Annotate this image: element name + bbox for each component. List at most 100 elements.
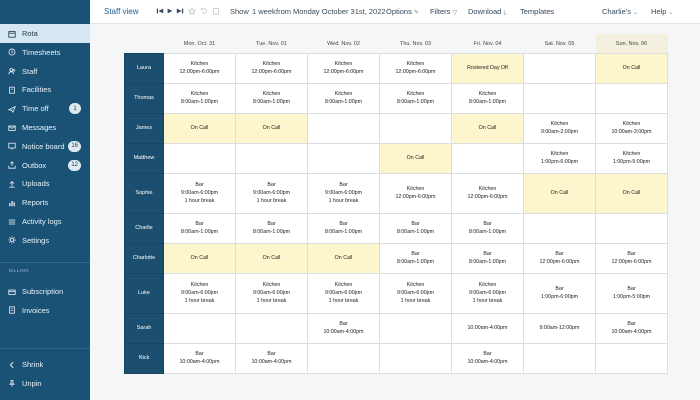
undo-icon[interactable] [200, 7, 208, 15]
shift-cell[interactable]: On Call [451, 112, 524, 144]
shift-cell[interactable]: Kitchen 9:00am-6:00pm 1 hour break [235, 272, 308, 314]
shift-cell[interactable]: On Call [163, 242, 236, 274]
sidebar-item-outbox[interactable]: Outbox 12 [0, 156, 90, 175]
shift-cell[interactable]: Kitchen 9:00am-6:00pm 1 hour break [451, 272, 524, 314]
shift-cell[interactable]: Kitchen 8:00am-1:00pm [307, 82, 380, 114]
empty-shift-cell[interactable] [595, 342, 668, 374]
star-icon[interactable] [188, 7, 196, 15]
shift-cell[interactable]: Kitchen 1:00pm-5:00pm [595, 142, 668, 174]
empty-shift-cell[interactable] [523, 82, 596, 114]
shift-cell[interactable]: Kitchen 8:00am-1:00pm [235, 82, 308, 114]
employee-name[interactable]: Nick [124, 342, 164, 374]
employee-name[interactable]: Sarah [124, 312, 164, 344]
help-menu[interactable]: Help ⌄ [651, 7, 673, 16]
shift-cell[interactable]: Kitchen 8:00am-1:00pm [379, 82, 452, 114]
shift-cell[interactable]: On Call [595, 52, 668, 84]
shift-cell[interactable]: Kitchen 9:00am-6:00pm 1 hour break [379, 272, 452, 314]
day-header[interactable]: Sat. Nov. 05 [524, 34, 596, 53]
shift-cell[interactable]: Kitchen 12:00pm-6:00pm [307, 52, 380, 84]
sidebar-footer-shrink[interactable]: Shrink [0, 355, 90, 374]
empty-shift-cell[interactable] [235, 142, 308, 174]
day-header[interactable]: Sun. Nov. 06 [595, 34, 668, 53]
empty-shift-cell[interactable] [235, 312, 308, 344]
shift-cell[interactable]: Kitchen 12:00pm-6:00pm [235, 52, 308, 84]
empty-shift-cell[interactable] [523, 52, 596, 84]
shift-cell[interactable]: On Call [379, 142, 452, 174]
shift-cell[interactable]: Bar 8:00am-1:00pm [451, 242, 524, 274]
skip-forward-icon[interactable] [176, 7, 184, 15]
shift-cell[interactable]: Bar 8:00am-1:00pm [307, 212, 380, 244]
sidebar-item-facilities[interactable]: Facilities [0, 80, 90, 99]
shift-cell[interactable]: Bar 10:00am-4:00pm [595, 312, 668, 344]
play-icon[interactable] [166, 7, 174, 15]
shift-cell[interactable]: Bar 8:00am-1:00pm [235, 212, 308, 244]
options-button[interactable]: Options ✎ [386, 7, 419, 16]
user-menu[interactable]: Charlie's ⌄ [602, 7, 638, 16]
employee-name[interactable]: Thomas [124, 82, 164, 114]
skip-back-icon[interactable] [156, 7, 164, 15]
empty-shift-cell[interactable] [595, 212, 668, 244]
day-header[interactable]: Mon. Oct. 31 [164, 34, 236, 53]
sidebar-item-staff[interactable]: Staff [0, 62, 90, 81]
shift-cell[interactable]: Kitchen 12:00pm-6:00pm [451, 172, 524, 214]
day-header[interactable]: Wed. Nov. 02 [308, 34, 380, 53]
shift-cell[interactable]: Bar 10:00am-4:00pm [235, 342, 308, 374]
employee-name[interactable]: Laura [124, 52, 164, 84]
shift-cell[interactable]: Kitchen 12:00pm-6:00pm [379, 172, 452, 214]
employee-name[interactable]: Charlotte [124, 242, 164, 274]
sidebar-item-reports[interactable]: Reports [0, 193, 90, 212]
shift-cell[interactable]: Kitchen 9:00am-6:00pm 1 hour break [163, 272, 236, 314]
shift-cell[interactable]: Kitchen 10:00am-3:00pm [595, 112, 668, 144]
shift-cell[interactable]: Kitchen 12:00pm-6:00pm [379, 52, 452, 84]
empty-shift-cell[interactable] [307, 342, 380, 374]
sidebar-item-activity-logs[interactable]: Activity logs [0, 212, 90, 231]
sidebar-item-settings[interactable]: Settings [0, 231, 90, 250]
shift-cell[interactable]: Bar 10:00am-4:00pm [451, 342, 524, 374]
empty-shift-cell[interactable] [379, 312, 452, 344]
shift-cell[interactable]: Kitchen 1:00pm-6:00pm [523, 142, 596, 174]
sidebar-footer-unpin[interactable]: Unpin [0, 374, 90, 393]
shift-cell[interactable]: On Call [235, 112, 308, 144]
shift-cell[interactable]: Kitchen 8:00am-1:00pm [163, 82, 236, 114]
employee-name[interactable]: Sophie [124, 172, 164, 214]
download-button[interactable]: Download ⤓ [468, 7, 506, 17]
empty-shift-cell[interactable] [163, 142, 236, 174]
shift-cell[interactable]: Kitchen 8:00am-1:00pm [451, 82, 524, 114]
filters-button[interactable]: Filters ▽ [430, 7, 457, 16]
sidebar-item-notice-board[interactable]: Notice board 16 [0, 137, 90, 156]
templates-button[interactable]: Templates [520, 7, 554, 16]
day-header[interactable]: Thu. Nov. 03 [380, 34, 452, 53]
view-title[interactable]: Staff view [104, 7, 139, 16]
shift-cell[interactable]: Bar 1:00pm-6:00pm [523, 272, 596, 314]
employee-name[interactable]: Luke [124, 272, 164, 314]
shift-cell[interactable]: Bar 9:00am-6:00pm 1 hour break [235, 172, 308, 214]
sidebar-item-uploads[interactable]: Uploads [0, 174, 90, 193]
shift-cell[interactable]: Bar 8:00am-1:00pm [379, 212, 452, 244]
shift-cell[interactable]: Bar 10:00am-4:00pm [307, 312, 380, 344]
shift-cell[interactable]: On Call [595, 172, 668, 214]
shift-cell[interactable]: 9:00am-12:00pm [523, 312, 596, 344]
empty-shift-cell[interactable] [451, 142, 524, 174]
shift-cell[interactable]: Bar 9:00am-6:00pm 1 hour break [163, 172, 236, 214]
shift-cell[interactable]: On Call [235, 242, 308, 274]
shift-cell[interactable]: Bar 8:00am-1:00pm [451, 212, 524, 244]
copy-icon[interactable] [212, 7, 220, 15]
shift-cell[interactable]: Bar 12:00pm-6:00pm [523, 242, 596, 274]
shift-cell[interactable]: 10:00am-4:00pm [451, 312, 524, 344]
employee-name[interactable]: James [124, 112, 164, 144]
period-select[interactable]: 1 week [252, 7, 276, 16]
empty-shift-cell[interactable] [379, 112, 452, 144]
date-picker[interactable]: Monday October 31st, 2022 [293, 7, 386, 16]
empty-shift-cell[interactable] [307, 112, 380, 144]
shift-cell[interactable]: Kitchen 9:00am-6:00pm 1 hour break [307, 272, 380, 314]
day-header[interactable]: Fri. Nov. 04 [452, 34, 524, 53]
shift-cell[interactable]: Kitchen 9:00am-2:00pm [523, 112, 596, 144]
shift-cell[interactable]: On Call [163, 112, 236, 144]
day-header[interactable]: Tue. Nov. 01 [236, 34, 308, 53]
sidebar-item-messages[interactable]: Messages [0, 118, 90, 137]
sidebar-item-invoices[interactable]: Invoices [0, 301, 90, 320]
empty-shift-cell[interactable] [379, 342, 452, 374]
empty-shift-cell[interactable] [163, 312, 236, 344]
sidebar-item-rota[interactable]: Rota [0, 24, 90, 43]
empty-shift-cell[interactable] [595, 82, 668, 114]
